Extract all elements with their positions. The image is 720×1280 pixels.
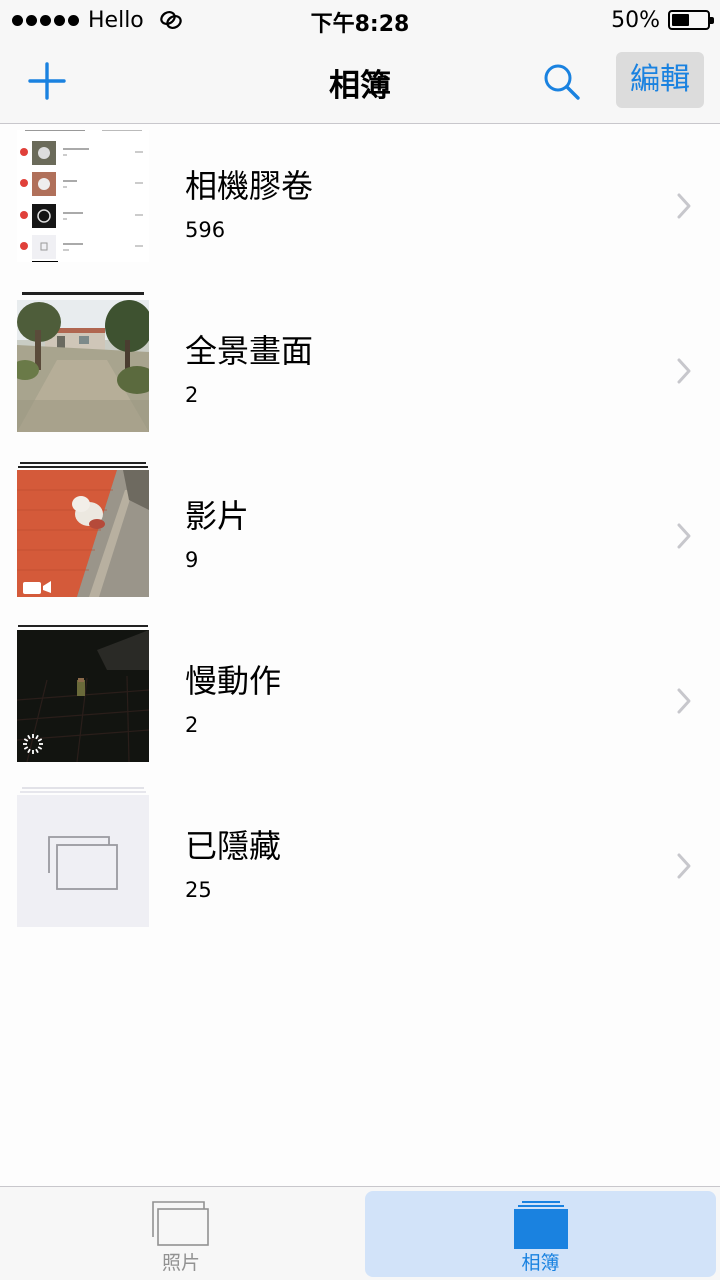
chevron-right-icon [677, 523, 691, 549]
album-placeholder-icon [48, 836, 118, 890]
navigation-bar: 相簿 編輯 [0, 40, 720, 124]
album-row-slow-motion[interactable]: 慢動作 2 [0, 619, 720, 784]
album-stack-edge [18, 625, 148, 627]
album-name: 已隱藏 [185, 827, 282, 865]
album-stack-edge [22, 292, 144, 295]
album-name: 影片 [185, 497, 250, 535]
photos-icon [152, 1201, 209, 1246]
status-bar: Hello 下午8:28 50% [0, 0, 720, 40]
album-name: 全景畫面 [185, 332, 314, 370]
tab-label: 相簿 [521, 1252, 560, 1274]
album-row-camera-roll[interactable]: 相機膠卷 596 [0, 124, 720, 289]
album-stack-edge [18, 466, 148, 468]
album-thumbnail [17, 470, 149, 597]
video-camera-icon [23, 576, 53, 596]
album-name: 慢動作 [185, 662, 282, 700]
album-count: 25 [185, 878, 212, 902]
album-stack-edge [20, 462, 146, 464]
album-thumbnail [17, 630, 149, 762]
battery-fill [672, 14, 689, 26]
chevron-right-icon [677, 193, 691, 219]
chevron-right-icon [677, 688, 691, 714]
tab-albums[interactable]: 相簿 [365, 1191, 716, 1277]
album-count: 9 [185, 548, 199, 572]
slow-motion-icon [21, 732, 45, 756]
tab-photos[interactable]: 照片 [8, 1191, 354, 1277]
album-count: 2 [185, 713, 199, 737]
album-row-videos[interactable]: 影片 9 [0, 454, 720, 619]
album-thumbnail [17, 130, 149, 262]
album-count: 2 [185, 383, 199, 407]
search-icon[interactable] [540, 60, 584, 104]
album-stack-edge [22, 787, 144, 789]
album-thumbnail [17, 795, 149, 927]
chevron-right-icon [677, 853, 691, 879]
album-stack-edge [20, 791, 146, 793]
album-list: 相機膠卷 596 全景畫面 2 影片 9 慢動作 2 已隱藏 25 [0, 124, 720, 949]
chevron-right-icon [677, 358, 691, 384]
battery-icon [668, 10, 714, 30]
tab-bar: 照片 相簿 [0, 1186, 720, 1280]
page-title: 相簿 [329, 68, 391, 104]
edit-button[interactable]: 編輯 [616, 52, 704, 108]
album-row-panorama[interactable]: 全景畫面 2 [0, 289, 720, 454]
album-count: 596 [185, 218, 226, 242]
status-right: 50% [611, 6, 714, 34]
albums-icon [514, 1201, 568, 1249]
tab-label: 照片 [161, 1252, 200, 1274]
battery-percent: 50% [611, 7, 660, 33]
album-thumbnail [17, 300, 149, 432]
album-row-hidden[interactable]: 已隱藏 25 [0, 784, 720, 949]
album-name: 相機膠卷 [185, 167, 314, 205]
